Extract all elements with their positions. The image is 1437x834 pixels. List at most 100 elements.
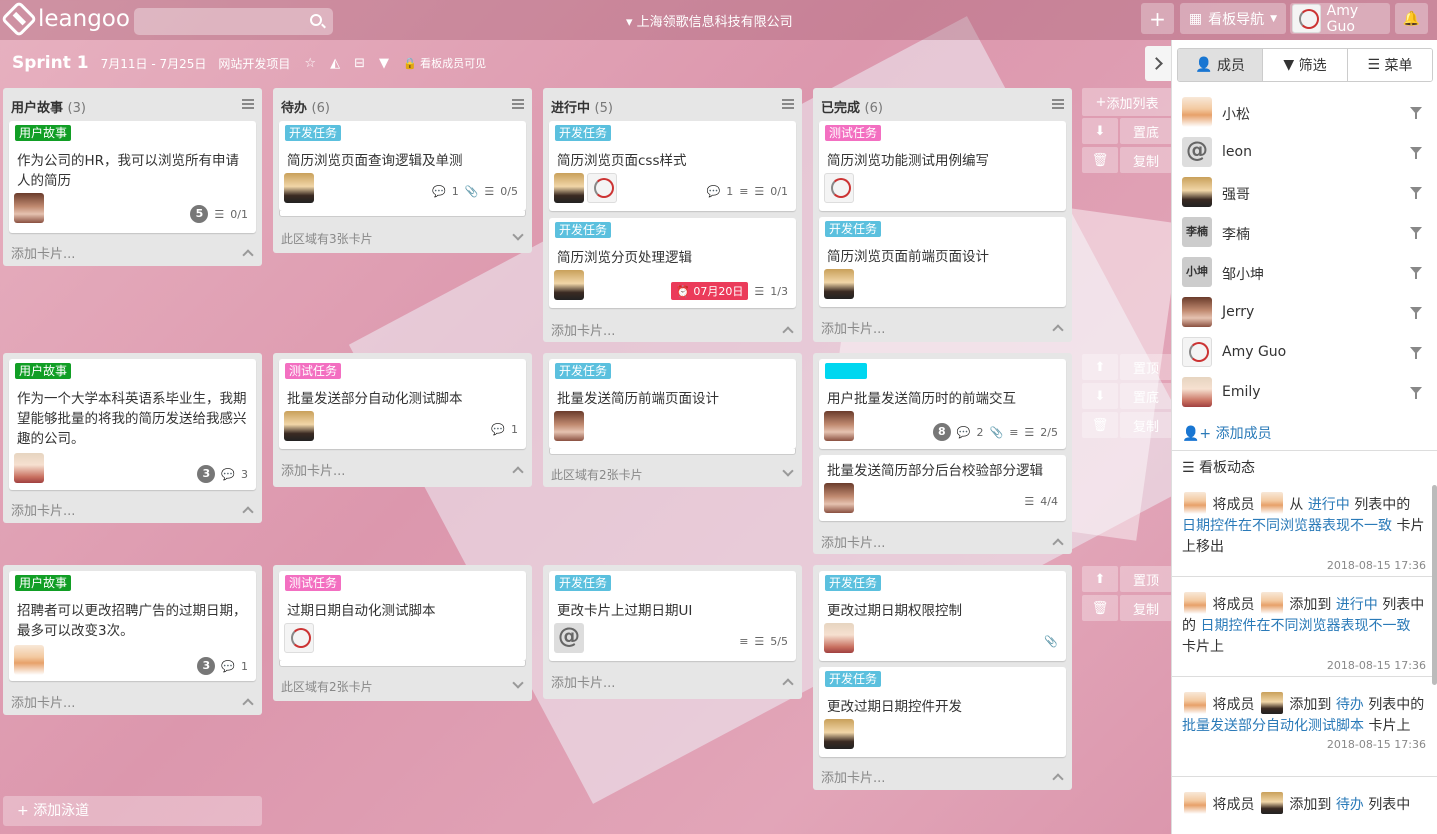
list-link[interactable]: 待办	[1336, 697, 1364, 713]
collapse-up-icon[interactable]	[242, 506, 254, 518]
card[interactable]: 开发任务 简历浏览页面css样式 💬 1 ≡ ☰ 0/1	[549, 121, 796, 211]
board-dates[interactable]: 7月11日 - 7月25日	[101, 55, 207, 72]
card[interactable]: 批量发送简历部分后台校验部分逻辑 ☰ 4/4	[819, 455, 1066, 521]
collapse-up-icon[interactable]	[512, 466, 524, 478]
member-row[interactable]: Jerry	[1182, 297, 1432, 329]
add-card-link[interactable]: 添加卡片...	[821, 767, 885, 786]
member-row[interactable]: Amy Guo	[1182, 337, 1432, 369]
add-card-link[interactable]: 添加卡片...	[551, 672, 615, 691]
add-card-link[interactable]: 添加卡片...	[11, 500, 75, 519]
trash-icon[interactable]: 🗑	[1082, 595, 1118, 621]
move-up-icon[interactable]: ⬆	[1082, 354, 1118, 380]
list-link[interactable]: 进行中	[1336, 597, 1378, 613]
collapse-up-icon[interactable]	[242, 698, 254, 710]
star-icon[interactable]: ☆	[304, 56, 316, 71]
card[interactable]: 用户故事 作为公司的HR，我可以浏览所有申请人的简历 5 ☰ 0/1	[9, 121, 256, 233]
add-button[interactable]: +	[1141, 3, 1174, 34]
card[interactable]: 用户故事 作为一个大学本科英语系毕业生，我期望能够批量的将我的简历发送给我感兴趣…	[9, 359, 256, 490]
member-row[interactable]: Emily	[1182, 377, 1432, 409]
move-down-icon[interactable]: ⬇	[1082, 118, 1118, 144]
list-title[interactable]: 进行中 (5)	[551, 97, 613, 116]
user-menu-button[interactable]: Amy Guo	[1290, 3, 1390, 35]
filter-icon[interactable]	[1410, 227, 1422, 239]
card[interactable]: 开发任务 更改过期日期控件开发	[819, 667, 1066, 757]
to-top-button[interactable]: 置顶	[1120, 354, 1172, 380]
member-row[interactable]: 李楠 李楠	[1182, 217, 1432, 249]
add-card-link[interactable]: 添加卡片...	[821, 532, 885, 551]
copy-button[interactable]: 复制	[1120, 412, 1172, 438]
card-link[interactable]: 日期控件在不同浏览器表现不一致	[1200, 618, 1410, 634]
card[interactable]: 开发任务 简历浏览页面前端页面设计	[819, 217, 1066, 307]
list-link[interactable]: 待办	[1336, 797, 1364, 813]
tab-members[interactable]: 👤 成员	[1178, 49, 1263, 81]
filter-icon[interactable]	[1410, 387, 1422, 399]
list-menu-icon[interactable]	[512, 99, 524, 109]
search-icon[interactable]	[310, 14, 322, 26]
collapse-up-icon[interactable]	[1052, 773, 1064, 785]
card[interactable]: 测试任务 简历浏览功能测试用例编写	[819, 121, 1066, 211]
collapse-up-icon[interactable]	[782, 326, 794, 338]
move-up-icon[interactable]: ⬆	[1082, 566, 1118, 592]
trash-icon[interactable]: 🗑	[1082, 412, 1118, 438]
list-title[interactable]: 用户故事 (3)	[11, 97, 86, 116]
board-project[interactable]: 网站开发项目	[218, 55, 290, 72]
member-row[interactable]: 小坤 邹小坤	[1182, 257, 1432, 289]
card[interactable]: 用户批量发送简历时的前端交互 8 💬 2 📎 ≡ ☰ 2/5	[819, 359, 1066, 449]
add-swimlane-button[interactable]: + 添加泳道	[3, 796, 262, 826]
add-card-link[interactable]: 添加卡片...	[11, 692, 75, 711]
card-link[interactable]: 批量发送部分自动化测试脚本	[1182, 718, 1364, 734]
search-input[interactable]	[134, 8, 333, 35]
chart-icon[interactable]: ◭	[330, 56, 340, 71]
hidden-cards-note[interactable]: 此区域有2张卡片	[281, 678, 373, 695]
panel-toggle-chevron-icon[interactable]	[1145, 46, 1171, 81]
list-title[interactable]: 待办 (6)	[281, 97, 330, 116]
list-link[interactable]: 进行中	[1308, 497, 1350, 513]
board-nav-button[interactable]: ▦ 看板导航 ▼	[1180, 3, 1286, 34]
sidebar-scrollbar[interactable]	[1432, 485, 1437, 685]
expand-down-icon[interactable]	[512, 229, 524, 241]
add-member-button[interactable]: 👤+ 添加成员	[1182, 423, 1272, 443]
card[interactable]: 开发任务 简历浏览分页处理逻辑 ⏰ 07月20日 ☰ 1/3	[549, 218, 796, 308]
add-card-link[interactable]: 添加卡片...	[11, 243, 75, 262]
filter-icon[interactable]	[1410, 267, 1422, 279]
move-down-icon[interactable]: ⬇	[1082, 383, 1118, 409]
to-bottom-button[interactable]: 置底	[1120, 118, 1172, 144]
filter-icon[interactable]	[1410, 187, 1422, 199]
logo[interactable]: leangoo	[0, 0, 130, 38]
expand-down-icon[interactable]	[782, 465, 794, 477]
tab-menu[interactable]: ☰ 菜单	[1348, 49, 1432, 81]
collapse-up-icon[interactable]	[1052, 538, 1064, 550]
list-menu-icon[interactable]	[1052, 99, 1064, 109]
to-top-button[interactable]: 置顶	[1120, 566, 1172, 592]
card-link[interactable]: 日期控件在不同浏览器表现不一致	[1182, 518, 1392, 534]
member-row[interactable]: leon	[1182, 137, 1432, 169]
expand-down-icon[interactable]	[512, 677, 524, 689]
collapse-up-icon[interactable]	[1052, 324, 1064, 336]
list-menu-icon[interactable]	[782, 99, 794, 109]
copy-button[interactable]: 复制	[1120, 147, 1172, 173]
list-menu-icon[interactable]	[242, 99, 254, 109]
hidden-cards-note[interactable]: 此区域有3张卡片	[281, 230, 373, 247]
card[interactable]: 开发任务 批量发送简历前端页面设计	[549, 359, 796, 449]
card[interactable]: 测试任务 批量发送部分自动化测试脚本 💬 1	[279, 359, 526, 449]
card[interactable]: 用户故事 招聘者可以更改招聘广告的过期日期，最多可以改变3次。 3 💬 1	[9, 571, 256, 681]
company-selector[interactable]: ▾ 上海领歌信息科技有限公司	[626, 11, 793, 30]
trash-icon[interactable]: 🗑	[1082, 147, 1118, 173]
member-row[interactable]: 强哥	[1182, 177, 1432, 209]
member-row[interactable]: 小松	[1182, 97, 1432, 129]
board-visibility[interactable]: 🔒 看板成员可见	[403, 55, 486, 71]
board-title[interactable]: Sprint 1	[12, 53, 89, 73]
copy-button[interactable]: 复制	[1120, 595, 1172, 621]
filter-icon[interactable]	[1410, 307, 1422, 319]
add-card-link[interactable]: 添加卡片...	[821, 318, 885, 337]
card[interactable]: 开发任务 更改过期日期权限控制 📎	[819, 571, 1066, 661]
tab-filter[interactable]: ▼ 筛选	[1263, 49, 1348, 81]
add-list-button[interactable]: + 添加列表	[1082, 88, 1172, 116]
filter-icon[interactable]	[1410, 347, 1422, 359]
filter-icon[interactable]: ▼	[379, 56, 389, 71]
add-card-link[interactable]: 添加卡片...	[281, 460, 345, 479]
list-title[interactable]: 已完成 (6)	[821, 97, 883, 116]
filter-icon[interactable]	[1410, 107, 1422, 119]
collapse-up-icon[interactable]	[242, 249, 254, 261]
add-card-link[interactable]: 添加卡片...	[551, 320, 615, 339]
